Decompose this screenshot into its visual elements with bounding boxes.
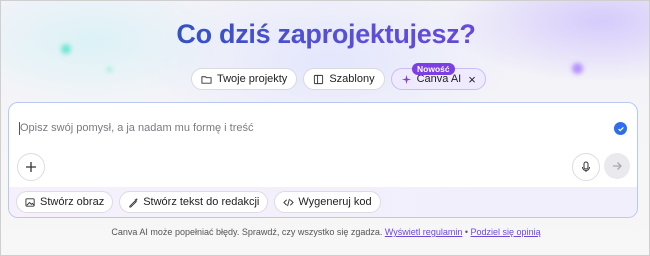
code-icon xyxy=(283,198,295,206)
send-button[interactable] xyxy=(604,153,630,179)
folder-icon xyxy=(201,75,212,84)
terms-link[interactable]: Wyświetl regulamin xyxy=(385,227,462,237)
tab-label: Twoje projekty xyxy=(217,73,288,85)
action-label: Stwórz tekst do redakcji xyxy=(143,196,260,208)
action-label: Stwórz obraz xyxy=(40,196,105,208)
action-label: Wygeneruj kod xyxy=(298,196,372,208)
image-add-icon xyxy=(25,197,35,207)
plus-icon xyxy=(26,162,36,172)
sparkle-decoration xyxy=(107,67,112,72)
tab-label: Szablony xyxy=(329,73,375,85)
voice-input-button[interactable] xyxy=(572,153,600,181)
generate-code-button[interactable]: Wygeneruj kod xyxy=(274,191,381,213)
separator: • xyxy=(464,227,469,237)
microphone-icon xyxy=(582,161,590,172)
close-icon[interactable]: × xyxy=(468,72,476,87)
disclaimer-text: Canva AI może popełniać błędy. Sprawdź, … xyxy=(111,227,383,237)
add-button[interactable] xyxy=(17,153,45,181)
pen-sparkle-icon xyxy=(129,197,139,208)
canva-ai-panel: Co dziś zaprojektujesz? Twoje projekty S… xyxy=(0,0,650,256)
prompt-box: Opisz swój pomysł, a ja nadam mu formę i… xyxy=(8,102,638,218)
tab-your-projects[interactable]: Twoje projekty xyxy=(191,68,298,90)
arrow-right-icon xyxy=(613,162,622,170)
disclaimer: Canva AI może popełniać błędy. Sprawdź, … xyxy=(1,227,649,237)
template-icon xyxy=(314,74,324,84)
tab-templates[interactable]: Szablony xyxy=(303,68,385,90)
prompt-input[interactable]: Opisz swój pomysł, a ja nadam mu formę i… xyxy=(20,122,254,134)
sparkle-icon xyxy=(401,74,411,84)
actions-bar: Stwórz obraz Stwórz tekst do redakcji Wy… xyxy=(9,187,637,217)
create-text-button[interactable]: Stwórz tekst do redakcji xyxy=(119,191,269,213)
page-title: Co dziś zaprojektujesz? xyxy=(1,19,649,50)
check-icon xyxy=(614,122,627,135)
new-badge: Nowość xyxy=(412,63,455,75)
create-image-button[interactable]: Stwórz obraz xyxy=(16,191,114,213)
feedback-link[interactable]: Podziel się opinią xyxy=(471,227,541,237)
sparkle-decoration xyxy=(572,63,583,74)
